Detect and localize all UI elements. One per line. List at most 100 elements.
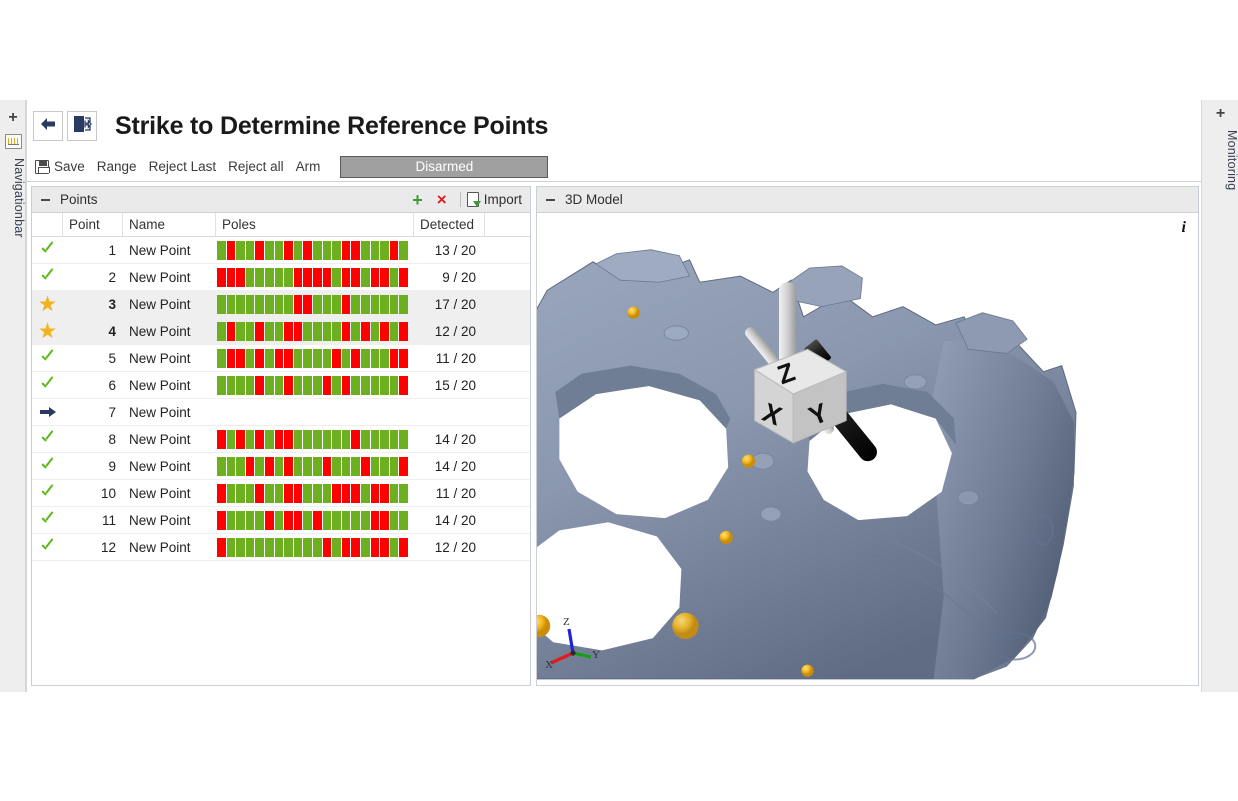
- row-point-name[interactable]: New Point: [123, 372, 216, 398]
- table-row[interactable]: 5 New Point 11 / 20: [32, 345, 530, 372]
- poles-bar: [217, 456, 408, 476]
- star-icon: [39, 295, 56, 312]
- row-point-name[interactable]: New Point: [123, 507, 216, 533]
- row-tail-cell: [485, 237, 530, 263]
- exit-button[interactable]: [67, 111, 97, 141]
- row-point-name[interactable]: New Point: [123, 345, 216, 371]
- table-row[interactable]: 12 New Point 12 / 20: [32, 534, 530, 561]
- row-point-name[interactable]: New Point: [123, 291, 216, 317]
- pole-segment: [380, 456, 389, 476]
- pole-segment: [351, 537, 360, 557]
- save-button[interactable]: Save: [33, 155, 91, 179]
- pole-segment: [380, 240, 389, 260]
- pole-segment: [399, 348, 408, 368]
- row-tail-cell: [485, 345, 530, 371]
- row-point-number: 4: [108, 323, 116, 339]
- model-viewport[interactable]: i Z X Y X Y Z: [537, 213, 1198, 685]
- pole-segment: [389, 321, 399, 341]
- pole-segment: [274, 537, 284, 557]
- points-table-body[interactable]: 1 New Point 13 / 20 2 New Point 9 / 20 3 New Po…: [32, 237, 530, 685]
- right-rail-label[interactable]: Monitoring: [1202, 130, 1238, 190]
- navigationbar-icon[interactable]: [5, 134, 22, 149]
- pole-segment: [245, 321, 255, 341]
- pole-segment: [332, 483, 341, 503]
- back-button[interactable]: [33, 111, 63, 141]
- range-button[interactable]: Range: [91, 155, 143, 179]
- row-point-name[interactable]: New Point: [123, 264, 216, 290]
- row-point-name[interactable]: New Point: [123, 426, 216, 452]
- row-point-name[interactable]: New Point: [123, 399, 216, 425]
- table-row[interactable]: 2 New Point 9 / 20: [32, 264, 530, 291]
- table-row[interactable]: 8 New Point 14 / 20: [32, 426, 530, 453]
- import-button[interactable]: Import: [466, 192, 524, 207]
- pole-segment: [284, 375, 293, 395]
- table-row[interactable]: 11 New Point 14 / 20: [32, 507, 530, 534]
- row-point-number: 12: [100, 539, 116, 555]
- row-point-name[interactable]: New Point: [123, 237, 216, 263]
- table-row[interactable]: 9 New Point 14 / 20: [32, 453, 530, 480]
- column-name[interactable]: Name: [123, 213, 216, 236]
- row-detected-count: 14 / 20: [434, 458, 476, 474]
- row-poles-cell: [216, 534, 414, 560]
- pole-segment: [264, 321, 274, 341]
- pole-segment: [332, 267, 341, 287]
- engine-block-3d-model: Z X Y: [537, 249, 1077, 680]
- pole-segment: [332, 348, 341, 368]
- collapse-icon[interactable]: [545, 194, 556, 205]
- row-point-name[interactable]: New Point: [123, 480, 216, 506]
- column-poles[interactable]: Poles: [216, 213, 414, 236]
- pole-segment: [341, 375, 351, 395]
- row-point-name[interactable]: New Point: [123, 534, 216, 560]
- table-row[interactable]: 1 New Point 13 / 20: [32, 237, 530, 264]
- row-tail-cell: [485, 480, 530, 506]
- reject-last-button[interactable]: Reject Last: [143, 155, 223, 179]
- left-rail-label[interactable]: Navigationbar: [0, 158, 26, 238]
- pole-segment: [380, 267, 389, 287]
- left-navigation-rail[interactable]: + Navigationbar: [0, 100, 26, 692]
- pole-segment: [255, 483, 264, 503]
- pole-segment: [217, 348, 226, 368]
- row-detected-count: 14 / 20: [434, 512, 476, 528]
- pole-segment: [226, 483, 236, 503]
- pole-segment: [226, 456, 236, 476]
- collapse-icon[interactable]: [40, 194, 51, 205]
- column-point[interactable]: Point: [63, 213, 123, 236]
- row-tail-cell: [485, 453, 530, 479]
- pole-segment: [351, 483, 360, 503]
- model-panel: 3D Model i Z X Y X Y Z: [536, 186, 1199, 686]
- reject-all-button[interactable]: Reject all: [222, 155, 290, 179]
- table-row[interactable]: 7 New Point: [32, 399, 530, 426]
- column-detected[interactable]: Detected: [414, 213, 485, 236]
- row-tail-cell: [485, 372, 530, 398]
- row-status-cell: [32, 237, 63, 263]
- pole-segment: [341, 537, 351, 557]
- row-point-name[interactable]: New Point: [123, 453, 216, 479]
- arm-button[interactable]: Arm: [290, 155, 327, 179]
- back-arrow-icon: [39, 116, 57, 137]
- add-point-button[interactable]: +: [405, 191, 430, 209]
- left-rail-expand-button[interactable]: +: [0, 110, 26, 126]
- pole-segment: [322, 294, 332, 314]
- surface-boss-7: [957, 490, 979, 506]
- table-row[interactable]: 6 New Point 15 / 20: [32, 372, 530, 399]
- pole-segment: [351, 510, 360, 530]
- arm-status-badge[interactable]: Disarmed: [340, 155, 549, 178]
- row-point-name[interactable]: New Point: [123, 318, 216, 344]
- pole-segment: [303, 375, 312, 395]
- row-status-cell: [32, 534, 63, 560]
- pole-segment: [351, 240, 360, 260]
- pole-segment: [264, 348, 274, 368]
- delete-point-button[interactable]: ×: [430, 191, 454, 208]
- check-icon: [40, 431, 56, 447]
- table-row[interactable]: 10 New Point 11 / 20: [32, 480, 530, 507]
- right-monitoring-rail[interactable]: + Monitoring: [1201, 100, 1238, 692]
- pole-segment: [303, 537, 312, 557]
- table-row[interactable]: 3 New Point 17 / 20: [32, 291, 530, 318]
- pole-segment: [264, 510, 274, 530]
- pole-segment: [264, 537, 274, 557]
- right-rail-expand-button[interactable]: +: [1202, 106, 1238, 122]
- import-label: Import: [483, 192, 522, 207]
- table-row[interactable]: 4 New Point 12 / 20: [32, 318, 530, 345]
- pole-segment: [217, 240, 226, 260]
- pole-segment: [360, 240, 370, 260]
